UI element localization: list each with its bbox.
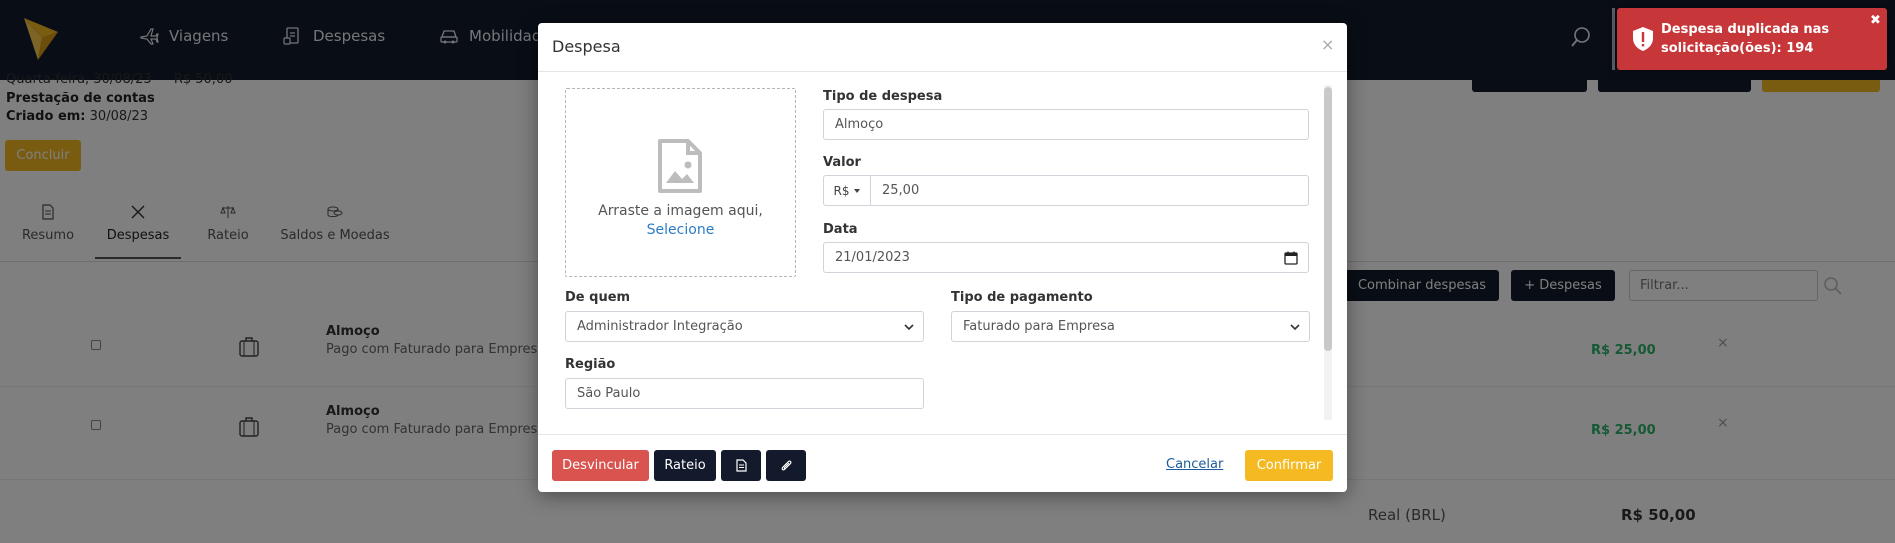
expense-modal: Despesa × Arraste a imagem aqui, Selecio… — [538, 23, 1347, 492]
from-select[interactable]: Administrador Integração — [565, 311, 924, 342]
modal-scrollbar-thumb[interactable] — [1324, 87, 1332, 351]
rateio-button[interactable]: Rateio — [654, 450, 716, 481]
document-icon — [735, 459, 747, 472]
currency-dropdown[interactable]: R$ — [823, 175, 871, 206]
expense-type-input[interactable]: Almoço — [823, 109, 1309, 140]
chevron-down-icon — [904, 324, 914, 331]
from-label: De quem — [565, 290, 631, 305]
unlink-button[interactable]: Desvincular — [552, 450, 649, 481]
date-label: Data — [823, 222, 858, 237]
confirm-button[interactable]: Confirmar — [1245, 450, 1333, 481]
value-input[interactable]: 25,00 — [870, 175, 1309, 206]
toast-accent-bar — [1612, 8, 1615, 70]
image-file-icon — [658, 139, 702, 193]
attachment-button[interactable] — [766, 450, 806, 481]
payment-type-label: Tipo de pagamento — [951, 290, 1093, 305]
error-toast[interactable]: Despesa duplicada nas solicitação(ões): … — [1617, 8, 1887, 70]
modal-footer: Desvincular Rateio Cancelar Confirmar — [538, 434, 1347, 492]
image-dropzone[interactable]: Arraste a imagem aqui, Selecione — [565, 88, 796, 277]
caret-down-icon — [854, 188, 861, 193]
modal-close-button[interactable]: × — [1321, 35, 1334, 54]
modal-title: Despesa — [552, 37, 621, 56]
from-value: Administrador Integração — [577, 319, 743, 334]
shield-alert-icon — [1633, 27, 1653, 51]
chevron-down-icon — [1290, 324, 1300, 331]
expense-type-label: Tipo de despesa — [823, 89, 943, 104]
document-button[interactable] — [721, 450, 761, 481]
modal-header: Despesa × — [538, 23, 1347, 72]
region-label: Região — [565, 357, 616, 372]
value-label: Valor — [823, 155, 861, 170]
toast-close-button[interactable]: ✖ — [1870, 13, 1881, 28]
payment-type-select[interactable]: Faturado para Empresa — [951, 311, 1310, 342]
date-input[interactable]: 21/01/2023 — [823, 242, 1309, 273]
currency-value: R$ — [833, 183, 850, 198]
date-value: 21/01/2023 — [835, 250, 910, 265]
cancel-link[interactable]: Cancelar — [1166, 457, 1223, 472]
dropzone-text: Arraste a imagem aqui, — [598, 203, 763, 219]
payment-type-value: Faturado para Empresa — [963, 319, 1115, 334]
region-input[interactable]: São Paulo — [565, 378, 924, 409]
select-image-link[interactable]: Selecione — [566, 222, 795, 238]
calendar-icon[interactable] — [1284, 251, 1298, 265]
paperclip-icon — [781, 460, 792, 471]
toast-message: Despesa duplicada nas solicitação(ões): … — [1661, 22, 1830, 56]
